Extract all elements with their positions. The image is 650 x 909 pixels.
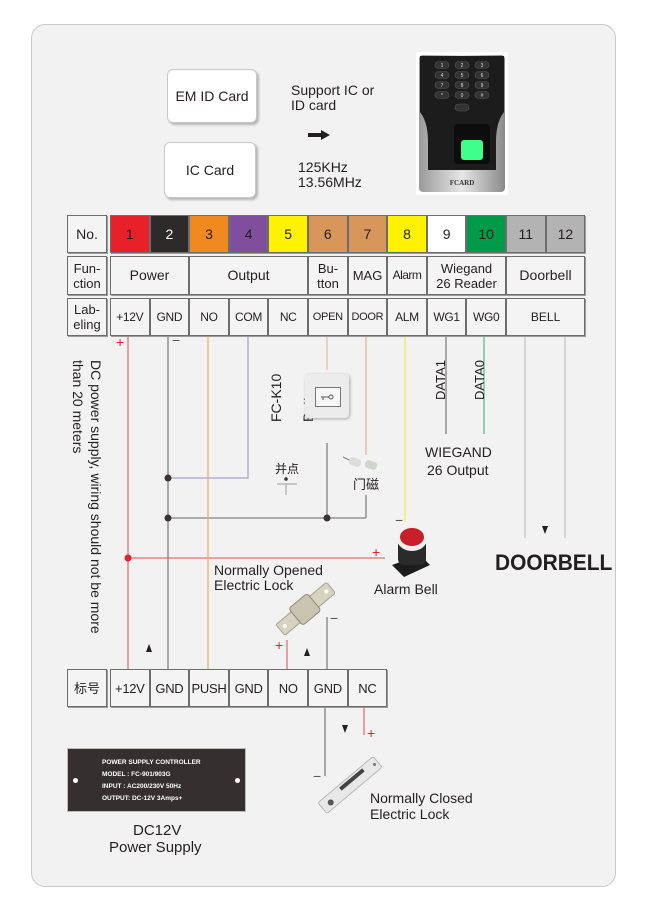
terminal-number-4: 4 [228, 215, 269, 253]
up-arrow-icon [304, 648, 310, 656]
labeling-header: Lab-eling [67, 298, 107, 336]
terminal-number-9: 9 [426, 215, 467, 253]
data1-label: DATA1 [433, 360, 448, 400]
function-power: Power [110, 256, 189, 295]
function-header: Fun-ction [67, 256, 107, 295]
function-alarm: Alarm [387, 256, 427, 295]
function-button-line-1: Bu- [317, 260, 339, 276]
mount-hole [235, 778, 240, 783]
plus-mark: + [372, 544, 381, 560]
labeling-header-line-1: Lab- [73, 302, 101, 317]
labeling-header-line-2: eling [73, 317, 101, 332]
exit-button-device [305, 374, 349, 418]
plate-line-3: INPUT : AC200/230V 50Hz [102, 783, 182, 790]
terminal-label-gnd: GND [149, 298, 190, 336]
psu-terminal-push: PUSH [189, 669, 229, 707]
key-icon [315, 387, 341, 407]
plus-mark: + [367, 725, 376, 741]
terminal-label-open: OPEN [308, 298, 348, 336]
button-model: FC-K10 [268, 373, 284, 422]
junction-button [323, 514, 331, 522]
function-button-line-2: tton [317, 275, 339, 291]
terminal-label-wg1: WG1 [426, 298, 467, 336]
plus-mark: + [116, 334, 125, 350]
psu-terminal-no: NO [268, 669, 308, 707]
down-arrow-icon [342, 725, 348, 733]
function-header-line-2: ction [73, 275, 101, 291]
up-arrow-icon [146, 644, 152, 652]
junction-12v [124, 554, 132, 562]
psu-terminal-12v: +12V [110, 669, 150, 707]
dc-warning-line-1: DC power supply, wiring should not be mo… [88, 360, 104, 634]
terminal-label-12v: +12V [110, 298, 150, 336]
no-header: No. [67, 215, 107, 253]
data0-label: DATA0 [472, 360, 487, 400]
terminal-number-6: 6 [308, 215, 348, 253]
power-supply-nameplate: POWER SUPPLY CONTROLLER MODEL : FC-901/9… [67, 748, 246, 812]
terminal-number-2: 2 [149, 215, 190, 253]
parallel-point-label: 并点 [275, 462, 300, 476]
wiegand-output-line-1: WIEGAND [425, 444, 492, 460]
junction-com-gnd [164, 474, 172, 482]
no-lock-line-1: Normally Opened [214, 562, 323, 578]
psu-terminal-gnd: GND [149, 669, 190, 707]
function-header-line-1: Fun- [73, 260, 101, 276]
function-wiegand-line-1: Wiegand [440, 260, 493, 276]
terminal-number-10: 10 [466, 215, 506, 253]
alarm-bell-label: Alarm Bell [374, 581, 438, 597]
terminal-number-11: 11 [506, 215, 546, 253]
function-button: Bu-tton [308, 256, 348, 295]
normally-closed-lock-device [310, 750, 390, 825]
psu-label-line-2: Power Supply [109, 839, 202, 856]
terminal-label-com: COM [228, 298, 269, 336]
plate-line-1: POWER SUPPLY CONTROLLER [102, 759, 201, 766]
function-mag: MAG [348, 256, 387, 295]
psu-terminal-gnd: GND [228, 669, 269, 707]
psu-terminal-nc: NC [347, 669, 388, 707]
dc-warning-line-2: than 20 meters [70, 360, 86, 454]
function-wiegand: Wiegand 26 Reader [427, 256, 506, 295]
junction-gnd-bus [164, 514, 172, 522]
terminal-label-no: NO [189, 298, 229, 336]
terminal-number-7: 7 [347, 215, 388, 253]
psu-terminal-header: 标号 [67, 669, 107, 707]
parallel-point-dot [284, 477, 288, 481]
function-doorbell: Doorbell [506, 256, 585, 295]
terminal-label-nc: NC [268, 298, 308, 336]
down-arrow-icon [542, 526, 548, 534]
terminal-label-alm: ALM [387, 298, 427, 336]
plate-line-4: OUTPUT: DC-12V 3Amps+ [102, 795, 183, 802]
function-wiegand-line-2: 26 Reader [436, 275, 497, 291]
function-output: Output [189, 256, 308, 295]
terminal-label-wg0: WG0 [466, 298, 506, 336]
terminal-label-door: DOOR [347, 298, 388, 336]
psu-terminal-gnd: GND [308, 669, 348, 707]
terminal-number-1: 1 [110, 215, 150, 253]
doorbell-label: DOORBELL [495, 550, 613, 575]
plate-line-2: MODEL : FC-901/903G [102, 771, 171, 778]
terminal-number-3: 3 [189, 215, 229, 253]
mount-hole [73, 778, 78, 783]
terminal-number-8: 8 [387, 215, 427, 253]
alarm-bell-device [390, 525, 434, 582]
wiegand-output-line-2: 26 Output [427, 462, 489, 478]
door-sensor-label: 门磁 [353, 477, 380, 492]
normally-opened-lock-device [270, 578, 340, 643]
terminal-number-12: 12 [545, 215, 586, 253]
terminal-label-bell: BELL [506, 298, 586, 336]
psu-label-line-1: DC12V [133, 822, 182, 839]
terminal-number-5: 5 [268, 215, 308, 253]
